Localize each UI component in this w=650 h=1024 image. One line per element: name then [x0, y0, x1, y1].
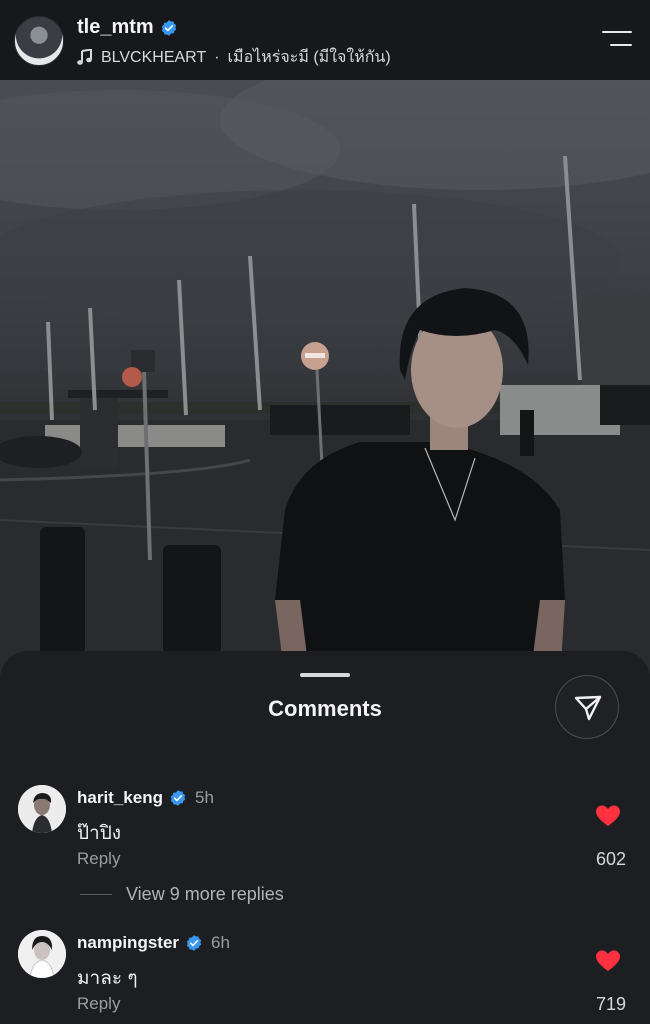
- heart-icon[interactable]: [596, 950, 620, 972]
- commenter-username-row[interactable]: nampingster 6h: [77, 933, 230, 953]
- comment-time: 6h: [211, 933, 230, 952]
- comment-text: ป๊าปิง: [77, 823, 122, 844]
- share-button[interactable]: [555, 675, 619, 739]
- music-row[interactable]: BLVCKHEART · เมือไหร่จะมี (มีใจให้กัน): [77, 45, 391, 70]
- view-more-replies[interactable]: View 9 more replies: [80, 884, 284, 905]
- music-artist: BLVCKHEART: [101, 48, 207, 66]
- post-header: tle_mtm BLVCKHEART · เมือไหร่จะมี (มีใจใ…: [0, 0, 650, 80]
- verified-badge-icon: [170, 790, 186, 806]
- divider-line: [80, 894, 112, 895]
- commenter-username[interactable]: nampingster: [77, 933, 179, 953]
- music-note-icon: [77, 48, 92, 65]
- view-more-replies-label[interactable]: View 9 more replies: [126, 884, 284, 905]
- profile-username[interactable]: tle_mtm: [77, 16, 154, 39]
- commenter-username-row[interactable]: harit_keng 5h: [77, 788, 214, 808]
- sheet-grabber[interactable]: [300, 673, 350, 677]
- menu-icon[interactable]: [602, 28, 632, 50]
- verified-badge-icon: [186, 935, 202, 951]
- comment-time: 5h: [194, 788, 214, 807]
- send-icon: [574, 695, 602, 721]
- comment-text: มาละ ๆ: [77, 968, 138, 989]
- like-count: 602: [595, 849, 626, 869]
- music-song: เมือไหร่จะมี (มีใจให้กัน): [227, 49, 391, 66]
- reply-button[interactable]: Reply: [77, 849, 120, 869]
- profile-username-row[interactable]: tle_mtm: [77, 16, 178, 39]
- commenter-avatar[interactable]: [18, 785, 66, 833]
- reply-button[interactable]: Reply: [77, 994, 120, 1014]
- comments-title: Comments: [268, 696, 382, 721]
- heart-icon[interactable]: [596, 805, 620, 827]
- music-separator: ·: [214, 48, 220, 66]
- like-count: 719: [595, 994, 626, 1014]
- commenter-username[interactable]: harit_keng: [77, 788, 163, 808]
- verified-badge-icon: [161, 19, 176, 36]
- commenter-avatar[interactable]: [18, 930, 66, 978]
- photo-scene: [0, 80, 650, 680]
- post-photo[interactable]: [0, 80, 650, 680]
- profile-avatar[interactable]: [14, 16, 64, 66]
